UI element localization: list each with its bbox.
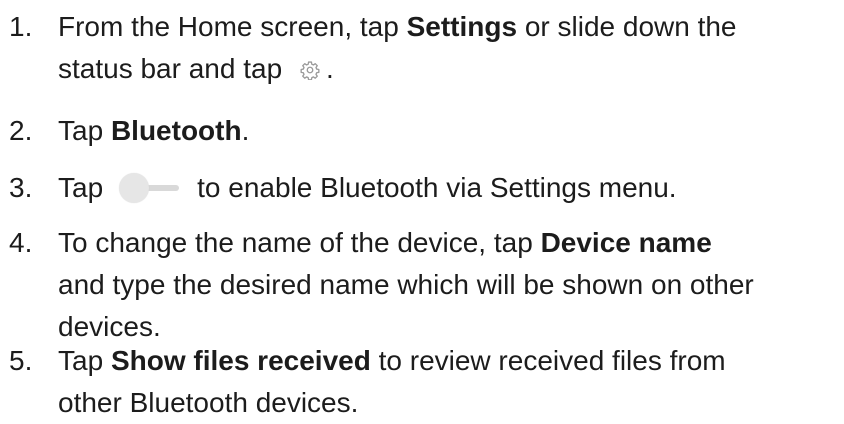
step-text: Tap Bluetooth. <box>58 110 842 152</box>
step-text-segment: Tap <box>58 345 111 376</box>
step-text-segment: or slide down the <box>517 11 737 42</box>
step-line: Tap Show files received to review receiv… <box>58 340 842 382</box>
step-line: From the Home screen, tap Settings or sl… <box>58 6 842 48</box>
step-number: 3. <box>9 172 33 203</box>
step-number: 1. <box>9 11 33 42</box>
step-text-segment: to enable Bluetooth via Settings menu. <box>197 172 677 203</box>
step-text-segment: Tap <box>58 115 111 146</box>
step-line: and type the desired name which will be … <box>58 269 754 300</box>
gear-icon <box>300 50 320 81</box>
step-line: other Bluetooth devices. <box>58 387 359 418</box>
step-number: 4. <box>9 227 33 258</box>
ui-term-settings: Settings <box>406 11 518 42</box>
step-line: status bar and tap . <box>58 48 842 90</box>
step-text-segment: . <box>325 53 334 84</box>
step-line: To change the name of the device, tap De… <box>58 222 842 264</box>
ui-term-bluetooth: Bluetooth <box>110 115 242 146</box>
step-text-segment: From the Home screen, tap <box>58 11 407 42</box>
step-text: From the Home screen, tap Settings or sl… <box>58 6 842 90</box>
toggle-switch-off-icon <box>119 173 181 203</box>
step-line: Tap to enable Bluetooth via Settings menu… <box>58 167 842 209</box>
step-text: Tap Show files received to review receiv… <box>58 340 842 424</box>
step-text-segment: to review received files from <box>370 345 726 376</box>
step-text-segment: Tap <box>58 172 104 203</box>
step-number: 2. <box>9 115 33 146</box>
step-text: Tap to enable Bluetooth via Settings menu… <box>58 167 842 209</box>
step-text-segment: . <box>241 115 250 146</box>
step-line: Tap Bluetooth. <box>58 110 842 152</box>
ui-term-device-name: Device name <box>540 227 712 258</box>
step-text-segment: status bar and tap <box>58 53 290 84</box>
step-text-segment: To change the name of the device, tap <box>58 227 541 258</box>
step-text: To change the name of the device, tap De… <box>58 222 842 348</box>
ui-term-show-files-received: Show files received <box>110 345 371 376</box>
instruction-list: 1. From the Home screen, tap Settings or… <box>0 0 844 424</box>
toggle-knob <box>119 173 150 203</box>
step-number: 5. <box>9 345 33 376</box>
